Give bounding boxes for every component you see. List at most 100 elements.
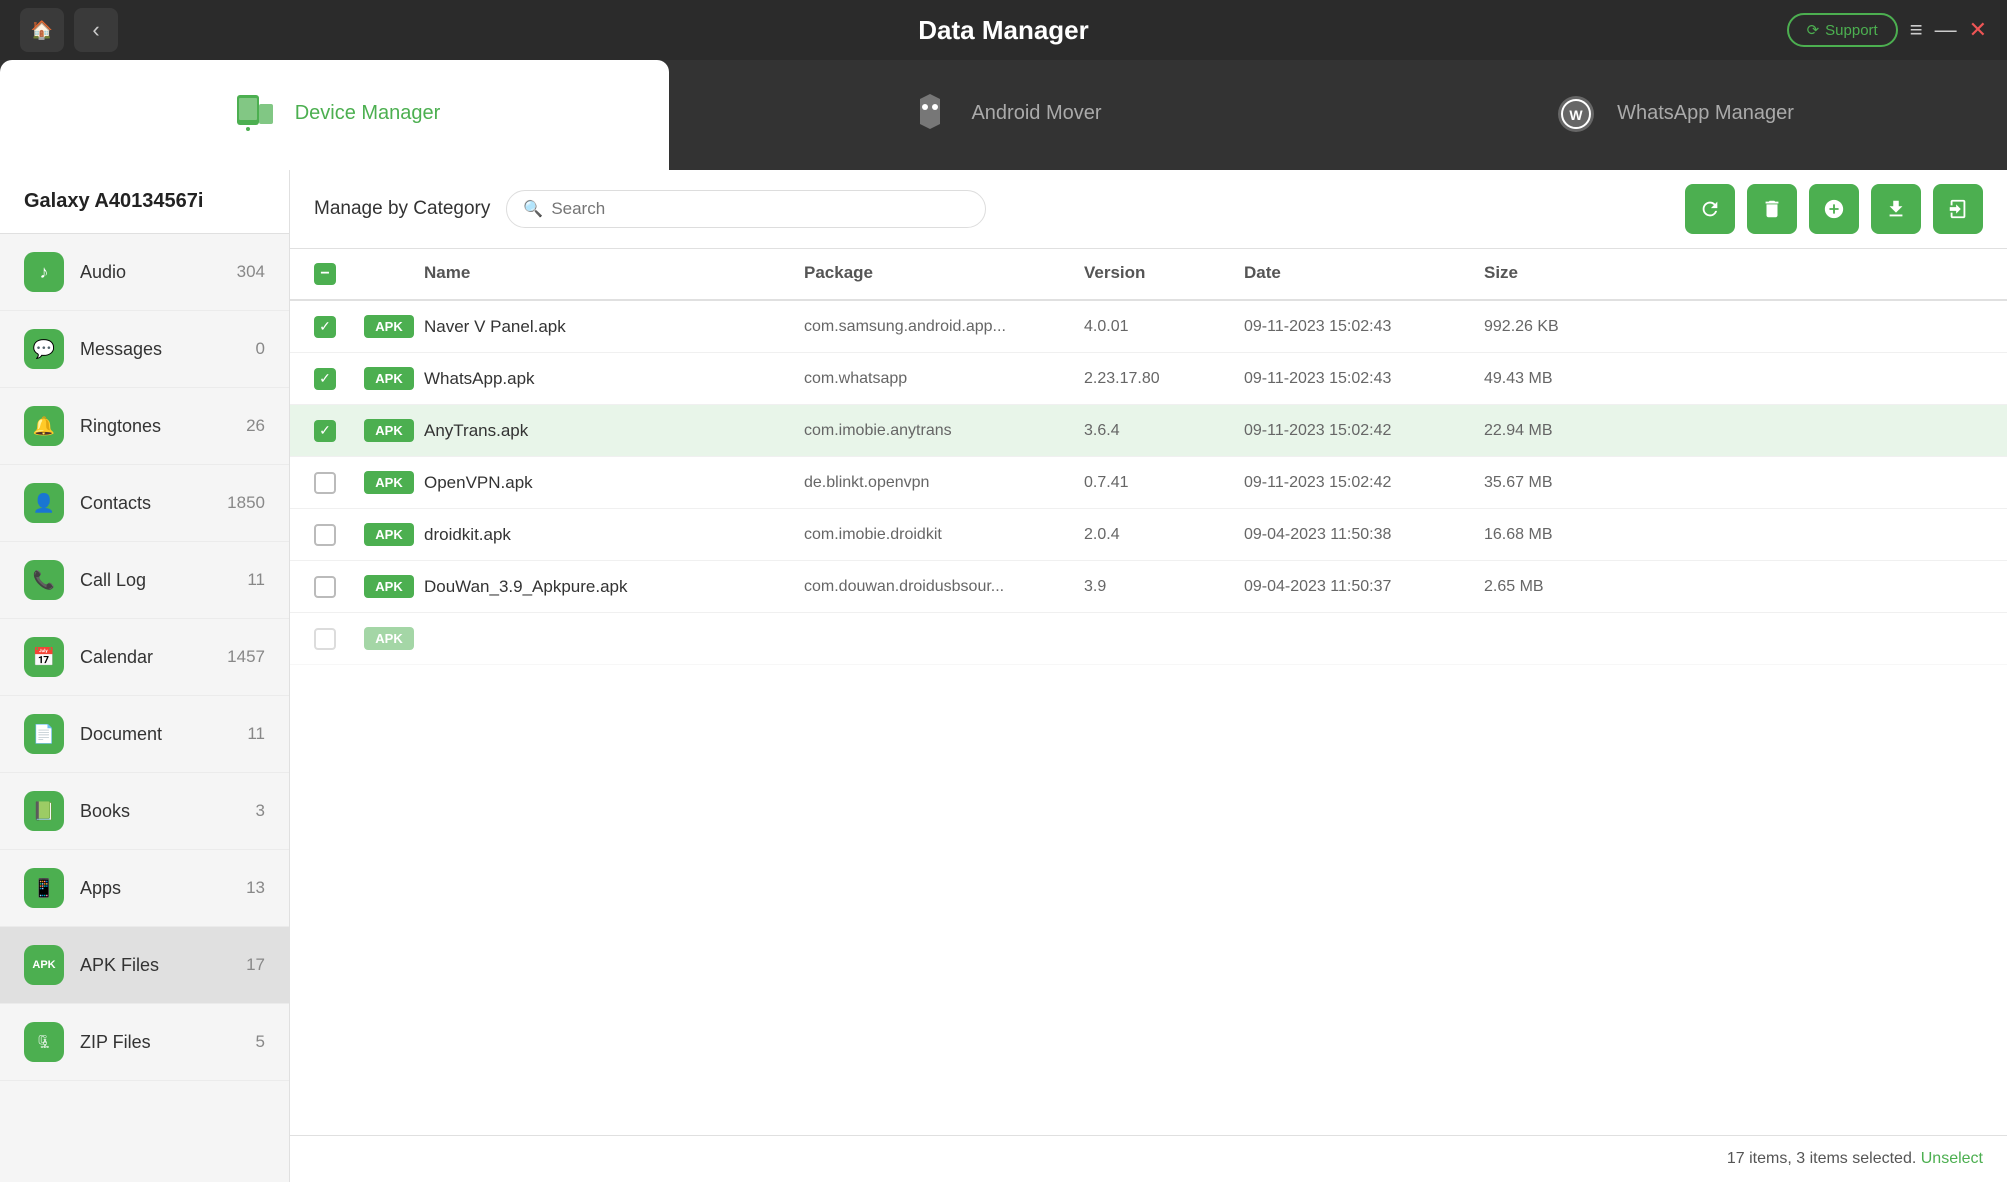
table-row[interactable]: ✓ APK Naver V Panel.apk com.samsung.andr… bbox=[290, 301, 2007, 353]
row2-date: 09-11-2023 15:02:43 bbox=[1244, 370, 1484, 388]
sidebar-item-books[interactable]: 📗 Books 3 bbox=[0, 773, 289, 850]
sidebar-apps-label: Apps bbox=[80, 878, 230, 899]
sidebar-zip-files-label: ZIP Files bbox=[80, 1032, 240, 1053]
home-button[interactable]: 🏠 bbox=[20, 8, 64, 52]
apk-badge: APK bbox=[364, 419, 414, 442]
zip-files-icon: 🗜 bbox=[24, 1022, 64, 1062]
apps-icon: 📱 bbox=[24, 868, 64, 908]
tab-whatsapp-manager[interactable]: W WhatsApp Manager bbox=[1338, 60, 2007, 170]
sidebar-item-calendar[interactable]: 📅 Calendar 1457 bbox=[0, 619, 289, 696]
row6-checkbox-unchecked[interactable] bbox=[314, 576, 336, 598]
apk-badge: APK bbox=[364, 575, 414, 598]
table-row[interactable]: ✓ APK WhatsApp.apk com.whatsapp 2.23.17.… bbox=[290, 353, 2007, 405]
title-bar: 🏠 ‹ Data Manager ⟳ Support ≡ — ✕ bbox=[0, 0, 2007, 60]
row2-size: 49.43 MB bbox=[1484, 370, 1644, 388]
sidebar-apk-files-label: APK Files bbox=[80, 955, 230, 976]
export-icon bbox=[1885, 198, 1907, 220]
row4-version: 0.7.41 bbox=[1084, 474, 1244, 492]
search-input[interactable] bbox=[551, 199, 969, 219]
sidebar-contacts-count: 1850 bbox=[227, 493, 265, 513]
signin-button[interactable] bbox=[1933, 184, 1983, 234]
toolbar: Manage by Category 🔍 bbox=[290, 170, 2007, 249]
unselect-link[interactable]: Unselect bbox=[1921, 1150, 1983, 1167]
row6-size: 2.65 MB bbox=[1484, 578, 1644, 596]
header-checkbox-cell[interactable]: − bbox=[314, 263, 364, 285]
sidebar-messages-count: 0 bbox=[256, 339, 265, 359]
device-manager-icon bbox=[229, 89, 279, 139]
export-button[interactable] bbox=[1871, 184, 1921, 234]
header-icon-cell bbox=[364, 263, 424, 285]
row1-checkbox-checked[interactable]: ✓ bbox=[314, 316, 336, 338]
status-text: 17 items, 3 items selected. bbox=[1727, 1150, 1916, 1167]
document-icon: 📄 bbox=[24, 714, 64, 754]
tab-device-manager[interactable]: Device Manager bbox=[0, 60, 669, 170]
support-button[interactable]: ⟳ Support bbox=[1787, 13, 1898, 47]
back-button[interactable]: ‹ bbox=[74, 8, 118, 52]
contacts-icon: 👤 bbox=[24, 483, 64, 523]
sidebar-item-zip-files[interactable]: 🗜 ZIP Files 5 bbox=[0, 1004, 289, 1081]
row4-date: 09-11-2023 15:02:42 bbox=[1244, 474, 1484, 492]
row7-checkbox-unchecked[interactable] bbox=[314, 628, 336, 650]
sidebar-item-contacts[interactable]: 👤 Contacts 1850 bbox=[0, 465, 289, 542]
delete-button[interactable] bbox=[1747, 184, 1797, 234]
row6-checkbox[interactable] bbox=[314, 576, 364, 598]
table-row[interactable]: APK OpenVPN.apk de.blinkt.openvpn 0.7.41… bbox=[290, 457, 2007, 509]
row2-checkbox-checked[interactable]: ✓ bbox=[314, 368, 336, 390]
support-icon: ⟳ bbox=[1807, 21, 1820, 39]
search-box[interactable]: 🔍 bbox=[506, 190, 986, 228]
sidebar-item-audio[interactable]: ♪ Audio 304 bbox=[0, 234, 289, 311]
row5-size: 16.68 MB bbox=[1484, 526, 1644, 544]
refresh-icon bbox=[1699, 198, 1721, 220]
refresh-button[interactable] bbox=[1685, 184, 1735, 234]
status-bar: 17 items, 3 items selected. Unselect bbox=[290, 1135, 2007, 1182]
sidebar-item-ringtones[interactable]: 🔔 Ringtones 26 bbox=[0, 388, 289, 465]
row1-date: 09-11-2023 15:02:43 bbox=[1244, 318, 1484, 336]
row6-icon: APK bbox=[364, 575, 424, 598]
table-row[interactable]: APK droidkit.apk com.imobie.droidkit 2.0… bbox=[290, 509, 2007, 561]
row1-name: Naver V Panel.apk bbox=[424, 317, 804, 337]
calendar-icon: 📅 bbox=[24, 637, 64, 677]
row3-date: 09-11-2023 15:02:42 bbox=[1244, 422, 1484, 440]
close-button[interactable]: ✕ bbox=[1969, 17, 1987, 43]
row1-icon: APK bbox=[364, 315, 424, 338]
row3-package: com.imobie.anytrans bbox=[804, 422, 1084, 440]
sidebar-item-messages[interactable]: 💬 Messages 0 bbox=[0, 311, 289, 388]
title-bar-right: ⟳ Support ≡ — ✕ bbox=[1787, 13, 1987, 47]
apk-files-icon: APK bbox=[24, 945, 64, 985]
row4-checkbox-unchecked[interactable] bbox=[314, 472, 336, 494]
row7-checkbox[interactable] bbox=[314, 628, 364, 650]
table-row[interactable]: APK bbox=[290, 613, 2007, 665]
minimize-button[interactable]: — bbox=[1935, 17, 1957, 43]
sidebar-item-apk-files[interactable]: APK APK Files 17 bbox=[0, 927, 289, 1004]
row5-version: 2.0.4 bbox=[1084, 526, 1244, 544]
search-icon: 🔍 bbox=[523, 199, 543, 219]
sidebar-item-apps[interactable]: 📱 Apps 13 bbox=[0, 850, 289, 927]
table-row[interactable]: APK DouWan_3.9_Apkpure.apk com.douwan.dr… bbox=[290, 561, 2007, 613]
sidebar-ringtones-label: Ringtones bbox=[80, 416, 230, 437]
row3-icon: APK bbox=[364, 419, 424, 442]
add-icon bbox=[1823, 198, 1845, 220]
select-all-checkbox[interactable]: − bbox=[314, 263, 336, 285]
row1-size: 992.26 KB bbox=[1484, 318, 1644, 336]
row3-checkbox-checked[interactable]: ✓ bbox=[314, 420, 336, 442]
add-button[interactable] bbox=[1809, 184, 1859, 234]
sidebar-item-document[interactable]: 📄 Document 11 bbox=[0, 696, 289, 773]
row3-checkbox[interactable]: ✓ bbox=[314, 420, 364, 442]
menu-button[interactable]: ≡ bbox=[1910, 17, 1923, 43]
row3-name: AnyTrans.apk bbox=[424, 421, 804, 441]
row5-checkbox-unchecked[interactable] bbox=[314, 524, 336, 546]
row1-checkbox[interactable]: ✓ bbox=[314, 316, 364, 338]
row5-name: droidkit.apk bbox=[424, 525, 804, 545]
sidebar-ringtones-count: 26 bbox=[246, 416, 265, 436]
row4-checkbox[interactable] bbox=[314, 472, 364, 494]
sidebar-document-count: 11 bbox=[247, 724, 265, 744]
tab-android-mover[interactable]: Android Mover bbox=[669, 60, 1338, 170]
sidebar-zip-files-count: 5 bbox=[256, 1032, 265, 1052]
row5-checkbox[interactable] bbox=[314, 524, 364, 546]
apk-badge: APK bbox=[364, 523, 414, 546]
table-row[interactable]: ✓ APK AnyTrans.apk com.imobie.anytrans 3… bbox=[290, 405, 2007, 457]
sidebar-item-call-log[interactable]: 📞 Call Log 11 bbox=[0, 542, 289, 619]
apk-badge: APK bbox=[364, 367, 414, 390]
header-date-cell: Date bbox=[1244, 263, 1484, 285]
row2-checkbox[interactable]: ✓ bbox=[314, 368, 364, 390]
